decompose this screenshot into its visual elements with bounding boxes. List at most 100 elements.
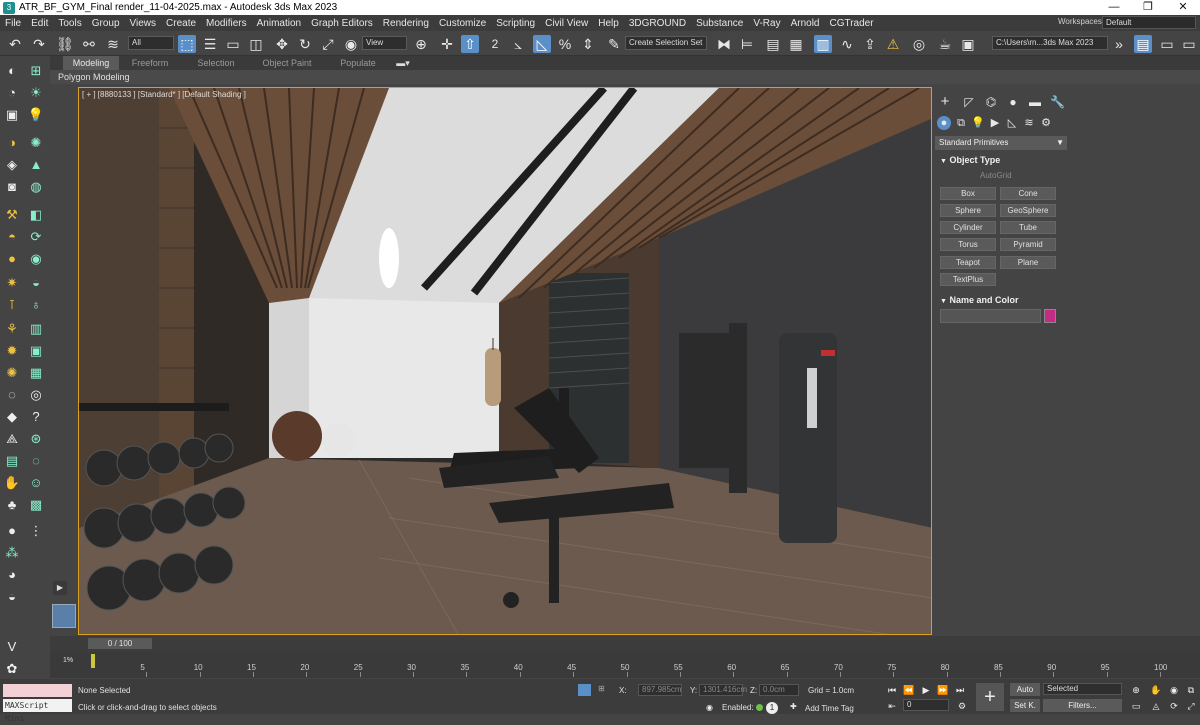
enabled-count-badge[interactable]: 1	[766, 702, 778, 714]
workspace-dropdown[interactable]: Default	[1102, 16, 1196, 29]
rectangular-selection-icon[interactable]: ▭	[224, 35, 242, 53]
reference-coordinate-dropdown[interactable]: View	[362, 36, 407, 50]
settings-icon[interactable]: ◒	[3, 588, 21, 606]
refresh-icon[interactable]: ◕	[3, 566, 21, 584]
star-icon[interactable]: ✺	[3, 364, 21, 382]
menu-animation[interactable]: Animation	[252, 18, 306, 29]
target-icon[interactable]: ◌	[27, 452, 45, 470]
keyboard-shortcut-override-icon[interactable]: ⇧	[461, 35, 479, 53]
zoom-region-icon[interactable]: ▭	[1130, 700, 1142, 712]
sun-icon[interactable]: ✺	[27, 134, 45, 152]
spinner-snap-icon[interactable]: %	[556, 35, 574, 53]
toolbar-overflow-icon[interactable]: »	[1110, 35, 1128, 53]
cameras-icon[interactable]: ▶	[988, 116, 1002, 130]
eye-icon[interactable]: ◎	[27, 386, 45, 404]
zoom-extents-icon[interactable]: ⊕	[1130, 684, 1142, 696]
hand-icon[interactable]: ✋	[3, 474, 21, 492]
motion-tab-icon[interactable]: ●	[1006, 95, 1020, 109]
place-icon[interactable]: ◉	[342, 35, 360, 53]
menu-substance[interactable]: Substance	[691, 18, 748, 29]
menu-cgtrader[interactable]: CGTrader	[824, 18, 878, 29]
person-icon[interactable]: ☺	[27, 474, 45, 492]
display-tab-icon[interactable]: ▬	[1028, 95, 1042, 109]
menu-graph-editors[interactable]: Graph Editors	[306, 18, 378, 29]
material-icon[interactable]: ◉	[27, 250, 45, 268]
rotate-view-icon[interactable]: ⟳	[27, 228, 45, 246]
vray-logo-icon[interactable]: V	[3, 638, 21, 656]
warning-icon[interactable]: ⚠	[884, 35, 902, 53]
key-mode-icon[interactable]: ⇤	[886, 700, 898, 712]
rendered-frame-window-icon[interactable]: ▣	[959, 35, 977, 53]
hammer-icon[interactable]: ⚒	[3, 206, 21, 224]
menu-file[interactable]: File	[0, 18, 26, 29]
play-icon[interactable]: ▶	[920, 684, 932, 696]
utilities-tab-icon[interactable]: 🔧	[1050, 95, 1065, 109]
key-filter-dropdown[interactable]: Selected	[1043, 683, 1122, 695]
adaptive-degradation-icon[interactable]: ◉	[706, 703, 713, 712]
menu-views[interactable]: Views	[125, 18, 162, 29]
edit-named-selection-icon[interactable]: ✎	[605, 35, 623, 53]
next-frame-icon[interactable]: ⏩	[937, 684, 949, 696]
x-coordinate-field[interactable]: 897.985cm	[638, 684, 682, 696]
tube-button[interactable]: Tube	[1000, 221, 1056, 234]
cluster-icon[interactable]: ⁂	[3, 544, 21, 562]
burst-icon[interactable]: ✹	[3, 342, 21, 360]
hat-icon[interactable]: ◓	[3, 228, 21, 246]
snap-toggle-icon[interactable]: 2	[486, 35, 504, 53]
rotate-icon[interactable]: ↻	[296, 35, 314, 53]
current-frame-marker[interactable]	[91, 654, 95, 668]
geometry-icon[interactable]: ●	[937, 116, 951, 130]
autogrid-checkbox[interactable]: AutoGrid	[980, 171, 1012, 180]
toggle-modeling-panel-icon[interactable]: ▭	[1180, 35, 1198, 53]
menu-modifiers[interactable]: Modifiers	[201, 18, 252, 29]
percent-snap-icon[interactable]: ◺	[533, 35, 551, 53]
viewport-layout-icon[interactable]: ⊞	[27, 62, 45, 80]
set-key-icon[interactable]: +	[976, 683, 1004, 711]
pyramid-button[interactable]: Pyramid	[1000, 238, 1056, 251]
zoom-all-icon[interactable]: ⧉	[1185, 684, 1197, 696]
select-object-icon[interactable]: ⬚	[178, 35, 196, 53]
object-name-input[interactable]	[940, 309, 1041, 323]
helpers-icon[interactable]: ◺	[1005, 116, 1019, 130]
lights-icon[interactable]: 💡	[971, 116, 985, 130]
auto-key-button[interactable]: Auto	[1010, 683, 1040, 696]
cone-button[interactable]: Cone	[1000, 187, 1056, 200]
tab-selection[interactable]: Selection	[188, 56, 244, 70]
project-folder-dropdown[interactable]: C:\Users\rn...3ds Max 2023	[992, 36, 1108, 50]
layer-icon[interactable]: ◑	[3, 134, 21, 152]
menu-vray[interactable]: V-Ray	[748, 18, 785, 29]
menu-edit[interactable]: Edit	[26, 18, 53, 29]
link-icon[interactable]: ⛓	[56, 35, 74, 53]
unlink-icon[interactable]: ⚯	[80, 35, 98, 53]
menu-scripting[interactable]: Scripting	[491, 18, 540, 29]
viewport-expand-icon[interactable]: ▶	[53, 581, 67, 595]
torus-button[interactable]: Torus	[940, 238, 996, 251]
hand-pan-icon[interactable]: ✋	[1150, 684, 1162, 696]
panel-icon[interactable]: ▥	[27, 320, 45, 338]
spinner-icon[interactable]: ⇕	[579, 35, 597, 53]
vray-settings-icon[interactable]: ✿	[3, 660, 21, 678]
goto-end-icon[interactable]: ⏭	[954, 684, 966, 696]
shading-icon[interactable]: ◍	[27, 178, 45, 196]
maxscript-listener-input[interactable]	[3, 684, 72, 697]
tree-icon[interactable]: ▤	[3, 452, 21, 470]
light-icon[interactable]: ☀	[27, 84, 45, 102]
display-icon[interactable]: ▣	[27, 342, 45, 360]
box-icon[interactable]: ◆	[3, 408, 21, 426]
maxscript-mini-label[interactable]: MAXScript Mini	[3, 699, 72, 723]
light-bulb-icon[interactable]: ♁	[27, 296, 45, 314]
plane-button[interactable]: Plane	[1000, 256, 1056, 269]
orbit-view-icon[interactable]: ⟳	[1168, 700, 1180, 712]
viewcube-icon[interactable]	[52, 604, 76, 628]
tripod-icon[interactable]: ⟁	[3, 430, 21, 448]
window-icon[interactable]: ▩	[27, 496, 45, 514]
toggle-scene-panel-icon[interactable]: ▭	[1158, 35, 1176, 53]
orbit-icon[interactable]: ◔	[3, 84, 21, 102]
modify-tab-icon[interactable]: ◸	[962, 95, 976, 109]
sphere-button[interactable]: Sphere	[940, 204, 996, 217]
select-manipulate-icon[interactable]: ✛	[438, 35, 456, 53]
viewport-label[interactable]: [ + ] [8880133 ] [Standard* ] [Default S…	[82, 90, 246, 99]
toggle-scene-explorer-icon[interactable]: ▤	[764, 35, 782, 53]
camera-icon[interactable]: ▣	[3, 106, 21, 124]
menu-civil-view[interactable]: Civil View	[540, 18, 593, 29]
